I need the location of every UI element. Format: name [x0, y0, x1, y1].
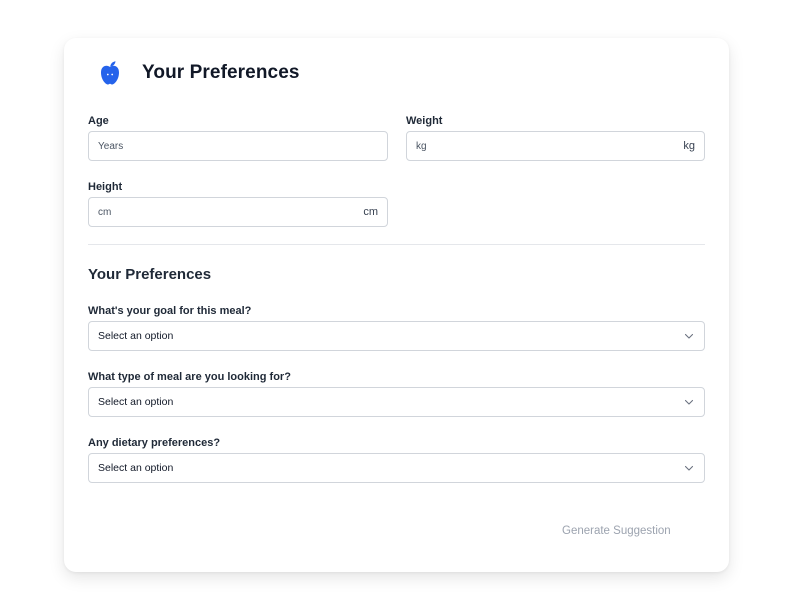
card-header: Your Preferences	[98, 60, 300, 86]
height-input-box: cm	[88, 197, 388, 227]
goal-select[interactable]: Select an option	[88, 321, 705, 351]
meal-type-select[interactable]: Select an option	[88, 387, 705, 417]
dietary-select-value: Select an option	[98, 462, 174, 474]
meal-type-label: What type of meal are you looking for?	[88, 371, 291, 383]
apple-icon	[101, 61, 119, 85]
chevron-down-icon	[684, 333, 694, 339]
height-unit: cm	[363, 206, 378, 218]
weight-label: Weight	[406, 115, 443, 127]
section-divider	[88, 244, 705, 245]
goal-label: What's your goal for this meal?	[88, 305, 252, 317]
goal-field: What's your goal for this meal? Select a…	[88, 305, 705, 351]
goal-select-value: Select an option	[98, 330, 174, 342]
generate-suggestion-button[interactable]: Generate Suggestion	[562, 525, 671, 537]
weight-input-box: kg	[406, 131, 705, 161]
age-input[interactable]	[89, 132, 387, 160]
dietary-label: Any dietary preferences?	[88, 437, 221, 449]
weight-field: Weight kg	[406, 115, 705, 161]
age-field: Age	[88, 115, 388, 161]
age-input-box	[88, 131, 388, 161]
page-title: Your Preferences	[142, 62, 300, 83]
height-label: Height	[88, 181, 123, 193]
dietary-field: Any dietary preferences? Select an optio…	[88, 437, 705, 483]
height-input[interactable]	[89, 198, 387, 226]
section-title: Your Preferences	[88, 266, 212, 283]
dietary-select[interactable]: Select an option	[88, 453, 705, 483]
chevron-down-icon	[684, 465, 694, 471]
weight-input[interactable]	[407, 132, 704, 160]
meal-type-select-value: Select an option	[98, 396, 174, 408]
height-field: Height cm	[88, 181, 388, 227]
chevron-down-icon	[684, 399, 694, 405]
meal-type-field: What type of meal are you looking for? S…	[88, 371, 705, 417]
preferences-card: Your Preferences Age Weight kg Height cm…	[64, 38, 729, 572]
weight-unit: kg	[683, 140, 695, 152]
age-label: Age	[88, 115, 109, 127]
